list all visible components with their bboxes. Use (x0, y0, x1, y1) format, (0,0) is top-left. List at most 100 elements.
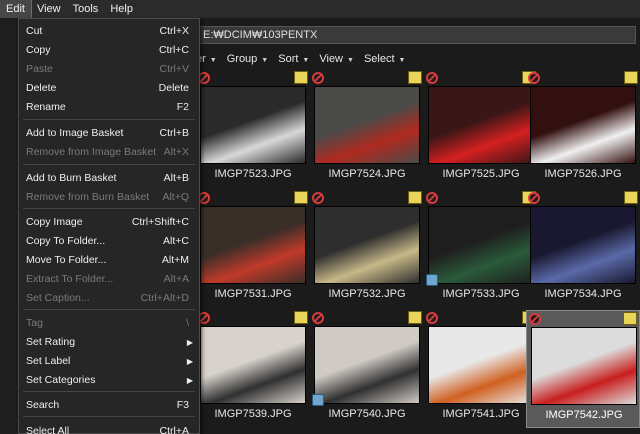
sort-dropdown[interactable]: Sort ▼ (278, 53, 309, 65)
path-bar[interactable]: E:₩DCIM₩103PENTX (196, 26, 636, 44)
no-sign-icon (426, 312, 438, 324)
sync-icon (312, 394, 324, 406)
menu-item-label: Add to Burn Basket (26, 172, 117, 184)
no-sign-icon (528, 192, 540, 204)
menu-item-move-to-folder[interactable]: Move To Folder... Alt+M (19, 251, 199, 270)
thumbnail-image[interactable] (530, 206, 636, 284)
menu-item-select-all[interactable]: Select All Ctrl+A (19, 422, 199, 434)
menu-separator (23, 208, 195, 209)
thumbnail-filename: IMGP7540.JPG (328, 408, 406, 420)
no-sign-icon (312, 312, 324, 324)
menu-item-extract-to-folder: Extract To Folder... Alt+A (19, 270, 199, 289)
thumbnail-item[interactable]: IMGP7524.JPG (310, 70, 424, 188)
menu-item-shortcut: Alt+C (163, 235, 189, 247)
menu-item-add-to-burn-basket[interactable]: Add to Burn Basket Alt+B (19, 169, 199, 188)
thumbnail-item[interactable]: IMGP7540.JPG (310, 310, 424, 428)
thumbnail-image[interactable] (428, 86, 534, 164)
menu-item-label: Remove from Burn Basket (26, 191, 150, 203)
menu-separator (23, 309, 195, 310)
thumbnail-item[interactable]: IMGP7542.JPG (526, 310, 640, 428)
thumbnail-filename: IMGP7539.JPG (214, 408, 292, 420)
thumbnail-filename: IMGP7525.JPG (442, 168, 520, 180)
no-sign-icon (312, 72, 324, 84)
menu-item-delete[interactable]: Delete Delete (19, 79, 199, 98)
raw-file-icon (408, 311, 422, 324)
menu-item-shortcut: Alt+X (163, 146, 189, 158)
thumbnail-item[interactable]: IMGP7525.JPG (424, 70, 538, 188)
thumbnail-item[interactable]: IMGP7526.JPG (526, 70, 640, 188)
thumbnail-item[interactable]: IMGP7534.JPG (526, 190, 640, 308)
menu-item-shortcut: Ctrl+X (159, 25, 189, 37)
chevron-down-icon: ▼ (261, 57, 269, 64)
chevron-down-icon: ▼ (209, 57, 217, 64)
menu-item-label: Move To Folder... (26, 254, 107, 266)
menu-item-add-to-image-basket[interactable]: Add to Image Basket Ctrl+B (19, 124, 199, 143)
thumbnail-image[interactable] (314, 326, 420, 404)
thumbnail-image[interactable] (314, 206, 420, 284)
thumbnail-image[interactable] (428, 326, 534, 404)
view-dropdown[interactable]: View ▼ (319, 53, 354, 65)
left-panel-edge (0, 18, 18, 434)
raw-file-icon (624, 71, 638, 84)
menu-item-shortcut: Ctrl+A (159, 425, 189, 434)
toolbar: er ▼ Group ▼ Sort ▼ View ▼ Select ▼ (196, 50, 640, 68)
menu-item-label: Add to Image Basket (26, 127, 124, 139)
group-dropdown[interactable]: Group ▼ (227, 53, 269, 65)
chevron-down-icon: ▼ (302, 57, 310, 64)
no-sign-icon (528, 72, 540, 84)
thumbnail-item[interactable]: IMGP7539.JPG (196, 310, 310, 428)
thumbnail-image[interactable] (531, 327, 637, 405)
menu-item-set-rating[interactable]: Set Rating ▶ (19, 333, 199, 352)
raw-file-icon (294, 191, 308, 204)
menu-item-label: Search (26, 399, 60, 411)
no-sign-icon (426, 72, 438, 84)
menu-item-copy-image[interactable]: Copy Image Ctrl+Shift+C (19, 213, 199, 232)
menu-item-label: Paste (26, 63, 53, 75)
menu-edit[interactable]: Edit (0, 0, 32, 19)
menu-item-label: Cut (26, 25, 43, 37)
menu-item-shortcut: F3 (176, 399, 189, 411)
menu-item-label: Set Categories (26, 374, 96, 386)
menu-item-paste: Paste Ctrl+V (19, 60, 199, 79)
menu-item-set-caption: Set Caption... Ctrl+Alt+D (19, 289, 199, 308)
raw-file-icon (624, 191, 638, 204)
menu-item-shortcut: Ctrl+Shift+C (131, 216, 189, 228)
thumbnail-image[interactable] (530, 86, 636, 164)
thumbnail-filename: IMGP7542.JPG (545, 409, 623, 421)
menu-tools[interactable]: Tools (67, 0, 105, 18)
menu-item-set-label[interactable]: Set Label ▶ (19, 352, 199, 371)
thumbnail-item[interactable]: IMGP7531.JPG (196, 190, 310, 308)
menu-item-label: Rename (26, 101, 66, 113)
menu-item-tag: Tag \ (19, 314, 199, 333)
menu-item-copy[interactable]: Copy Ctrl+C (19, 41, 199, 60)
menu-separator (23, 119, 195, 120)
thumbnail-item[interactable]: IMGP7532.JPG (310, 190, 424, 308)
thumbnail-item[interactable]: IMGP7541.JPG (424, 310, 538, 428)
no-sign-icon (529, 313, 541, 325)
menu-item-label: Remove from Image Basket (26, 146, 157, 158)
menu-view[interactable]: View (31, 0, 67, 18)
menu-help[interactable]: Help (104, 0, 139, 18)
menu-item-copy-to-folder[interactable]: Copy To Folder... Alt+C (19, 232, 199, 251)
select-dropdown[interactable]: Select ▼ (364, 53, 406, 65)
menu-item-cut[interactable]: Cut Ctrl+X (19, 22, 199, 41)
menu-item-shortcut: Ctrl+V (159, 63, 189, 75)
thumbnail-image[interactable] (428, 206, 534, 284)
raw-file-icon (623, 312, 637, 325)
menubar: Edit View Tools Help (0, 0, 640, 19)
thumbnail-filename: IMGP7526.JPG (544, 168, 622, 180)
menu-item-rename[interactable]: Rename F2 (19, 98, 199, 117)
no-sign-icon (426, 192, 438, 204)
menu-item-shortcut: \ (186, 317, 189, 329)
thumbnail-item[interactable]: IMGP7523.JPG (196, 70, 310, 188)
thumbnail-image[interactable] (200, 326, 306, 404)
menu-item-set-categories[interactable]: Set Categories ▶ (19, 371, 199, 390)
submenu-arrow-icon: ▶ (186, 357, 193, 366)
menu-item-search[interactable]: Search F3 (19, 396, 199, 415)
thumbnail-filename: IMGP7523.JPG (214, 168, 292, 180)
thumbnail-image[interactable] (200, 206, 306, 284)
thumbnail-image[interactable] (314, 86, 420, 164)
menu-item-shortcut: Alt+A (163, 273, 189, 285)
thumbnail-image[interactable] (200, 86, 306, 164)
thumbnail-item[interactable]: IMGP7533.JPG (424, 190, 538, 308)
